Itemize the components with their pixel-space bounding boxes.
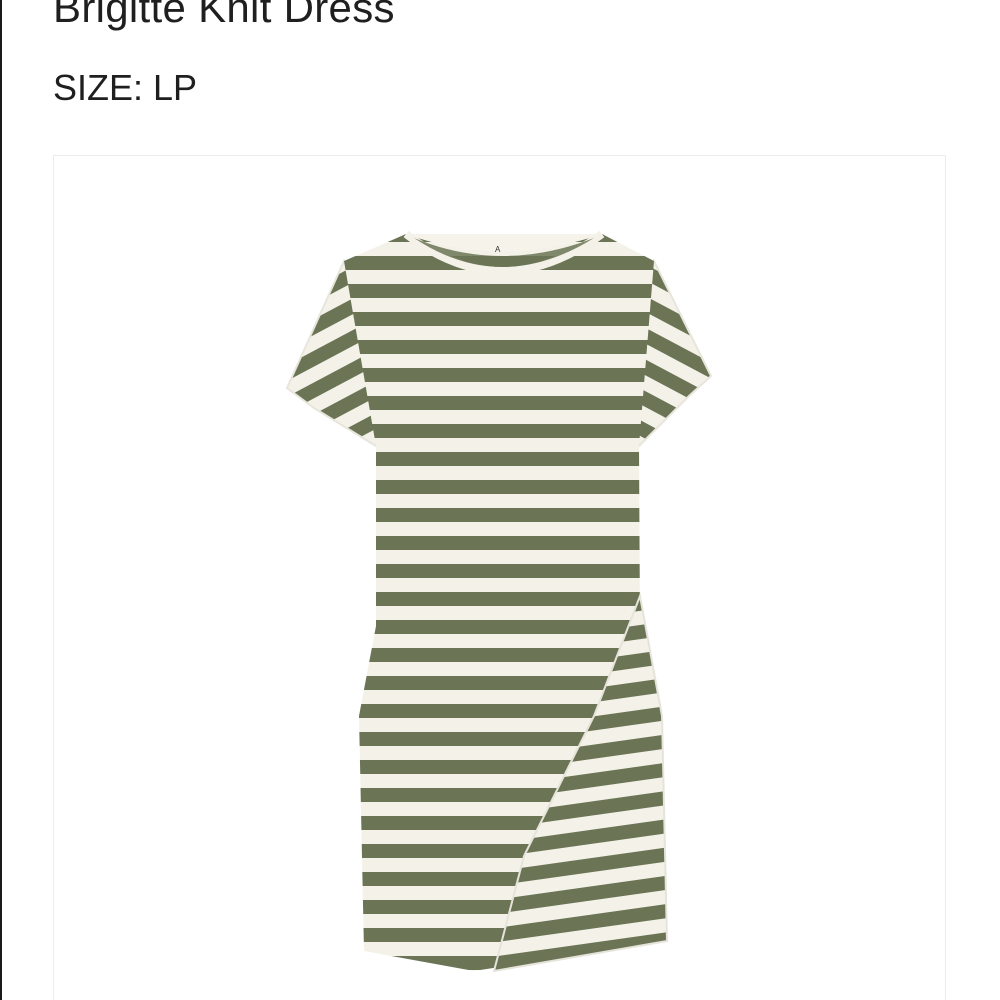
product-size: SIZE: LP	[53, 67, 198, 108]
dress-label-tag: A	[495, 245, 501, 254]
product-image-card[interactable]: A	[53, 155, 946, 1000]
left-border	[0, 0, 2, 1000]
product-title: Brigitte Knit Dress	[53, 0, 395, 31]
product-image: A	[285, 230, 713, 973]
